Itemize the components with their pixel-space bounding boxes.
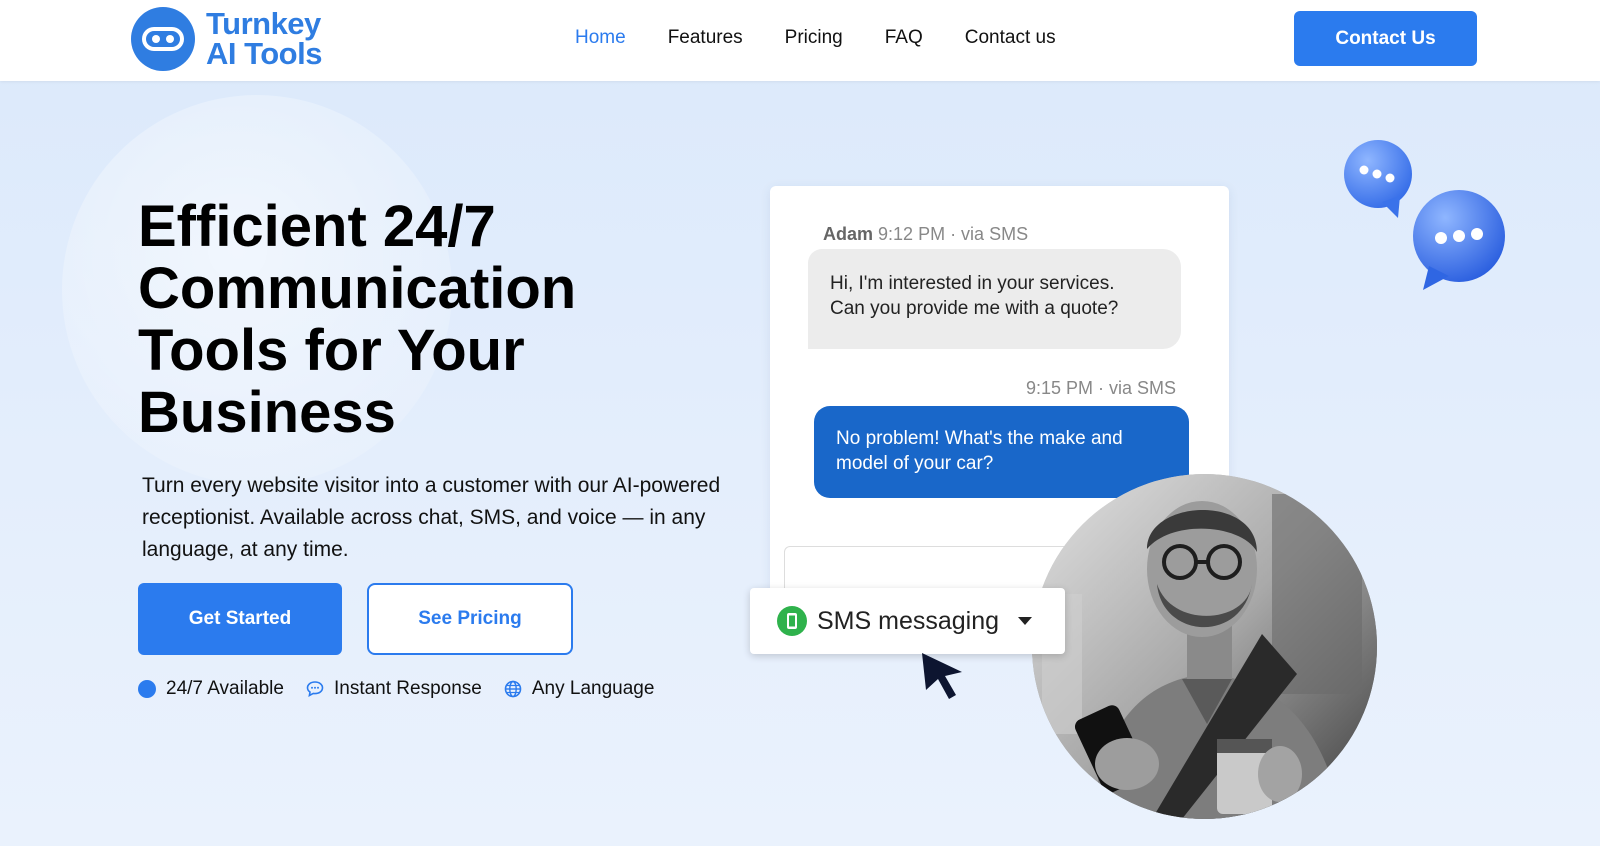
main-nav: Home Features Pricing FAQ Contact us <box>575 27 1098 49</box>
feature-instant-response: Instant Response <box>306 678 482 700</box>
channel-select-value: SMS messaging <box>817 606 1000 635</box>
incoming-text-line1: Hi, I'm interested in your services. <box>830 273 1115 294</box>
outgoing-message-meta: 9:15 PM · via SMS <box>1025 378 1176 398</box>
mouse-cursor-icon <box>922 653 962 699</box>
nav-item-features[interactable]: Features <box>668 27 743 49</box>
nav-item-faq[interactable]: FAQ <box>885 27 923 49</box>
nav-item-contact[interactable]: Contact us <box>965 27 1056 49</box>
person-with-phone-image <box>1032 474 1377 819</box>
nav-item-pricing[interactable]: Pricing <box>785 27 843 49</box>
circle-icon <box>138 680 156 698</box>
outgoing-text-line1: No problem! What's the make and <box>836 428 1123 449</box>
brand-name-line1: Turnkey <box>206 6 321 41</box>
incoming-message-meta: Adam 9:12 PM · via SMS <box>823 224 1028 245</box>
brand-logo[interactable]: Turnkey AI Tools <box>130 6 322 72</box>
chat-bubble-decoration-icon <box>1413 190 1505 290</box>
nav-item-home[interactable]: Home <box>575 27 626 49</box>
feature-highlights: 24/7 Available Instant Response Any Lang… <box>138 678 676 700</box>
feature-label: Any Language <box>531 678 655 699</box>
get-started-button[interactable]: Get Started <box>138 583 342 655</box>
hero-subtitle: Turn every website visitor into a custom… <box>142 474 721 561</box>
brand-name-line2: AI Tools <box>206 36 322 71</box>
outgoing-message-bubble: No problem! What's the make and model of… <box>814 406 1189 498</box>
person-photo <box>1032 474 1377 819</box>
incoming-text-line2: Can you provide me with a quote? <box>830 298 1119 319</box>
feature-any-language: Any Language <box>504 678 655 700</box>
channel-select[interactable]: SMS messaging <box>750 588 1065 654</box>
sender-name: Adam <box>823 224 874 244</box>
feature-label: Instant Response <box>333 678 482 699</box>
phone-icon <box>777 606 807 636</box>
feature-label: 24/7 Available <box>166 678 284 699</box>
hero-title: Efficient 24/7 Communication Tools for Y… <box>138 194 577 445</box>
incoming-message-bubble: Hi, I'm interested in your services. Can… <box>808 249 1181 349</box>
robot-logo-icon <box>131 7 195 71</box>
brand-name: Turnkey AI Tools <box>206 6 322 71</box>
outgoing-text-line2: model of your car? <box>836 453 994 474</box>
see-pricing-button[interactable]: See Pricing <box>367 583 573 655</box>
globe-icon <box>504 680 522 698</box>
caret-down-icon <box>1018 617 1033 625</box>
chat-bubble-icon <box>306 681 324 698</box>
contact-us-button[interactable]: Contact Us <box>1294 11 1477 66</box>
site-header: Turnkey AI Tools Home Features Pricing F… <box>0 0 1600 81</box>
incoming-timestamp: 9:12 PM · via SMS <box>878 224 1029 244</box>
feature-available: 24/7 Available <box>138 678 284 700</box>
